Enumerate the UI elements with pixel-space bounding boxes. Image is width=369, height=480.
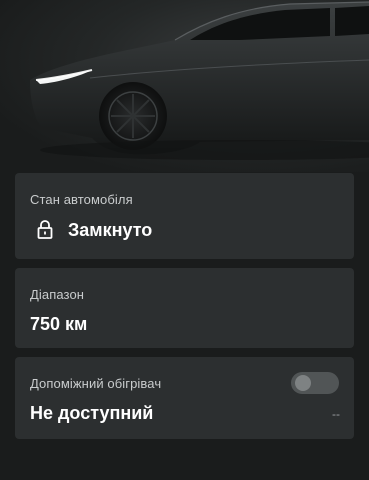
range-value: 750 км (30, 314, 88, 334)
aux-heater-value: Не доступний (30, 403, 154, 423)
aux-heater-trailing-text: -- (332, 407, 340, 421)
car-silhouette (30, 1, 369, 160)
aux-heater-card: Допоміжний обігрівач Не доступний -- (15, 357, 354, 439)
car-hero-image (0, 0, 369, 172)
range-label: Діапазон (30, 287, 85, 302)
lock-icon (37, 219, 53, 244)
aux-heater-label: Допоміжний обігрівач (30, 376, 162, 391)
aux-heater-toggle[interactable] (291, 372, 339, 394)
vehicle-status-label: Стан автомобіля (30, 192, 133, 207)
vehicle-status-value: Замкнуто (68, 220, 153, 240)
toggle-knob (295, 375, 311, 391)
vehicle-status-card: Стан автомобіля Замкнуто (15, 173, 354, 259)
range-card: Діапазон 750 км (15, 268, 354, 348)
